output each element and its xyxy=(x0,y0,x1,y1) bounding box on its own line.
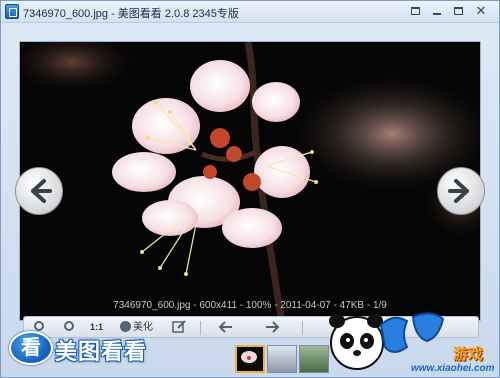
fullscreen-icon xyxy=(410,7,420,15)
edit-icon xyxy=(172,320,186,333)
window-title: 7346970_600.jpg - 美图看看 2.0.8 2345专版 xyxy=(23,8,239,20)
thumbnail-item[interactable] xyxy=(235,345,265,373)
watermark-game-text: 游戏 xyxy=(453,346,484,363)
image-canvas[interactable] xyxy=(19,41,481,321)
zoom-out-icon xyxy=(64,321,74,331)
next-image-button[interactable] xyxy=(437,167,485,215)
title-bar[interactable]: 7346970_600.jpg - 美图看看 2.0.8 2345专版 ✕ xyxy=(1,1,499,23)
minimize-icon xyxy=(433,13,441,15)
thumbnail-item[interactable] xyxy=(267,345,297,373)
watermark-site: www.xiaohei.com xyxy=(411,363,495,374)
viewer-window: 7346970_600.jpg - 美图看看 2.0.8 2345专版 ✕ 73… xyxy=(0,0,500,378)
brand-logo-text: 美图看看 xyxy=(55,339,148,364)
previous-image-button[interactable] xyxy=(15,167,63,215)
arrow-right-icon xyxy=(266,321,280,333)
toolbar-next-button[interactable] xyxy=(264,320,280,335)
maximize-button[interactable] xyxy=(450,4,466,19)
thumbnail-image xyxy=(241,351,257,363)
beautify-icon xyxy=(120,321,131,332)
close-icon: ✕ xyxy=(475,3,487,18)
arrow-left-icon xyxy=(218,321,232,333)
zoom-in-icon xyxy=(34,321,44,331)
app-icon xyxy=(5,4,19,19)
maximize-icon xyxy=(453,7,463,15)
toolbar-divider xyxy=(200,321,201,335)
close-button[interactable]: ✕ xyxy=(473,4,489,19)
brand-badge: 看 xyxy=(9,331,53,365)
arrow-right-icon xyxy=(448,179,469,203)
toolbar-divider xyxy=(302,321,303,335)
actual-size-button[interactable]: 1:1 xyxy=(90,320,108,335)
zoom-out-button[interactable] xyxy=(64,320,78,335)
edit-button[interactable] xyxy=(172,320,188,335)
toolbar-previous-button[interactable] xyxy=(218,320,234,335)
photo-image xyxy=(20,42,480,320)
beautify-label: 美化 xyxy=(133,322,153,333)
arrow-left-icon xyxy=(31,179,52,203)
fullscreen-button[interactable] xyxy=(407,4,423,19)
minimize-button[interactable] xyxy=(429,4,445,19)
beautify-button[interactable]: 美化 xyxy=(120,320,162,335)
